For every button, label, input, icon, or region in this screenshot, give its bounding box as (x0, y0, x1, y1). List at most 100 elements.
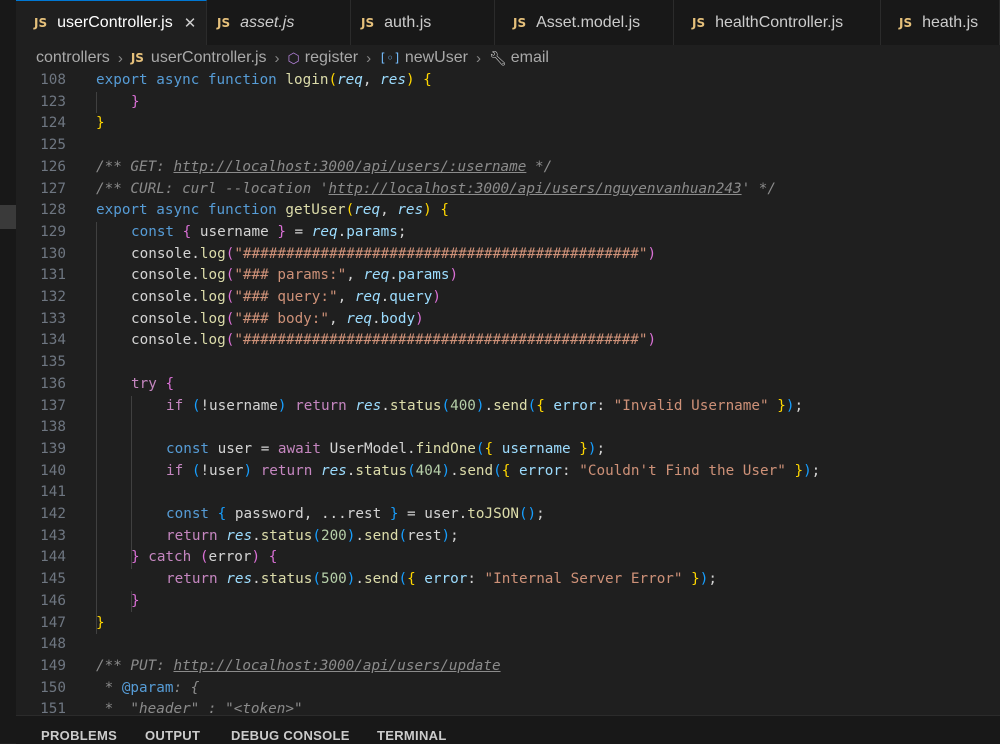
code-line[interactable]: 126 /** GET: http://localhost:3000/api/us… (16, 157, 1000, 179)
line-number: 138 (40, 419, 66, 436)
code-line[interactable]: 143 return res.status(200).send(rest); (16, 526, 1000, 548)
code-line[interactable]: 150 * @param: { (16, 678, 1000, 700)
tab-health-controller[interactable]: JS healthController.js (674, 0, 881, 45)
code-line[interactable]: 141 (16, 482, 1000, 504)
code-token: ) (647, 245, 657, 262)
code-text: return res.status(500).send({ error: "In… (166, 569, 717, 591)
code-line[interactable]: 124} (16, 113, 1000, 135)
tab-asset-model[interactable]: JS Asset.model.js (495, 0, 674, 45)
code-line[interactable]: 130 console.log("########################… (16, 244, 1000, 266)
line-number: 124 (40, 115, 66, 132)
code-token: : (562, 462, 580, 479)
code-editor[interactable]: 108 export async function login(req, res)… (16, 70, 1000, 715)
tab-label: healthController.js (715, 13, 844, 31)
code-token: = (285, 223, 312, 240)
code-line[interactable]: 151 * "header" : "<token>" (16, 699, 1000, 715)
code-line[interactable]: 128 export async function getUser(req, re… (16, 200, 1000, 222)
code-line[interactable]: 145 return res.status(500).send({ error: … (16, 569, 1000, 591)
code-token: ' */ (741, 180, 777, 197)
code-token: query (389, 289, 433, 305)
tab-terminal[interactable]: TERMINAL (377, 728, 447, 743)
code-token: !username (200, 397, 278, 414)
code-line[interactable]: 135 (16, 352, 1000, 374)
tab-user-controller[interactable]: JS userController.js ✕ (16, 0, 207, 45)
tab-heath[interactable]: JS heath.js (881, 0, 1000, 45)
code-line[interactable]: 137 if (!username) return res.status(400)… (16, 396, 1000, 418)
tab-asset[interactable]: JS asset.js (207, 0, 351, 45)
tab-auth[interactable]: JS auth.js (351, 0, 495, 45)
line-number: 149 (40, 657, 66, 674)
code-token: { (268, 549, 278, 566)
code-line[interactable]: 149 /** PUT: http://localhost:3000/api/us… (16, 656, 1000, 678)
code-token: ( (441, 397, 451, 414)
code-token: . (389, 267, 398, 284)
code-text: const { password, ...rest } = user.toJSO… (166, 504, 545, 526)
code-token: log (199, 310, 226, 327)
code-token: ( (527, 397, 537, 414)
code-line[interactable]: 123} (16, 92, 1000, 114)
line-number: 143 (40, 527, 66, 544)
close-icon[interactable]: ✕ (184, 14, 197, 32)
code-line[interactable]: 136 try { (16, 374, 1000, 396)
code-text: * "header" : "<token>" (96, 699, 303, 715)
tab-debug-console[interactable]: DEBUG CONSOLE (231, 728, 350, 743)
code-line[interactable]: 140 if (!user) return res.status(404).sen… (16, 461, 1000, 483)
line-number: 130 (40, 245, 66, 262)
code-token: async (156, 72, 200, 88)
tab-problems[interactable]: PROBLEMS (41, 728, 117, 743)
breadcrumb-method[interactable]: register (305, 49, 358, 67)
chevron-right-icon: › (117, 49, 123, 67)
code-line[interactable]: 146} (16, 591, 1000, 613)
code-token: rest (407, 527, 442, 544)
code-line[interactable]: 142 const { password, ...rest } = user.to… (16, 504, 1000, 526)
breadcrumb-folder[interactable]: controllers (36, 49, 110, 67)
code-token: * "header" : "<token>" (96, 701, 303, 715)
code-token: res (226, 571, 253, 588)
code-line[interactable]: 148 (16, 634, 1000, 656)
code-line[interactable]: 133 console.log("### body:", req.body) (16, 309, 1000, 331)
code-token: ) (441, 527, 451, 544)
code-token: ) (441, 462, 451, 479)
breadcrumb-property[interactable]: email (511, 49, 549, 67)
code-token: ( (398, 527, 408, 544)
code-token: status (260, 527, 313, 544)
code-token: return (166, 527, 218, 544)
code-token: . (450, 462, 459, 479)
code-line[interactable]: 127 /** CURL: curl --location 'http://loc… (16, 179, 1000, 201)
breadcrumb-file[interactable]: userController.js (151, 49, 267, 67)
code-line[interactable]: 131 console.log("### params:", req.params… (16, 265, 1000, 287)
code-line[interactable]: 134 console.log("########################… (16, 330, 1000, 352)
code-token: log (199, 267, 226, 284)
line-number: 140 (40, 462, 66, 479)
code-line[interactable]: 139 const user = await UserModel.findOne(… (16, 439, 1000, 461)
code-line[interactable]: 138 (16, 417, 1000, 439)
code-line[interactable]: 144} catch (error) { (16, 547, 1000, 569)
tab-output[interactable]: OUTPUT (145, 728, 200, 743)
code-token: function (207, 72, 277, 88)
code-text: } (96, 613, 105, 635)
javascript-file-icon: JS (513, 15, 527, 30)
code-token: findOne (415, 440, 476, 457)
code-token: ; (811, 462, 821, 479)
code-line[interactable]: 147} (16, 613, 1000, 635)
code-token: { (423, 72, 432, 88)
code-text: /** GET: http://localhost:3000/api/users… (96, 157, 552, 179)
code-line[interactable]: 129 const { username } = req.params; (16, 222, 1000, 244)
line-number: 126 (40, 158, 66, 175)
code-text: console.log("### query:", req.query) (131, 287, 441, 309)
code-token: console. (131, 267, 200, 284)
code-line[interactable]: 132 console.log("### query:", req.query) (16, 287, 1000, 309)
code-token: , (337, 289, 355, 305)
tab-label: userController.js (57, 14, 173, 31)
code-token: ) (432, 289, 441, 305)
line-number: 134 (40, 332, 66, 349)
code-token: ; (450, 527, 459, 544)
breadcrumb-variable[interactable]: newUser (405, 49, 468, 67)
code-line[interactable]: 125 (16, 135, 1000, 157)
code-line[interactable]: 108 export async function login(req, res)… (16, 70, 1000, 92)
indent-guide (131, 395, 132, 570)
